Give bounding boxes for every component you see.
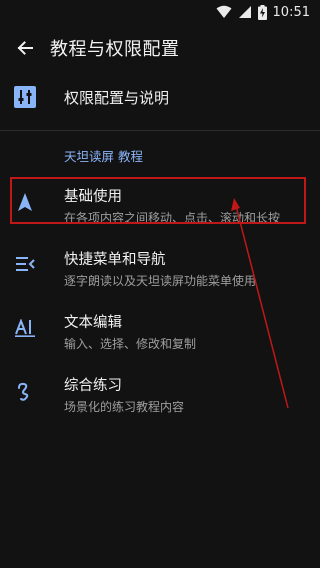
annotation-arrow [231,198,289,409]
